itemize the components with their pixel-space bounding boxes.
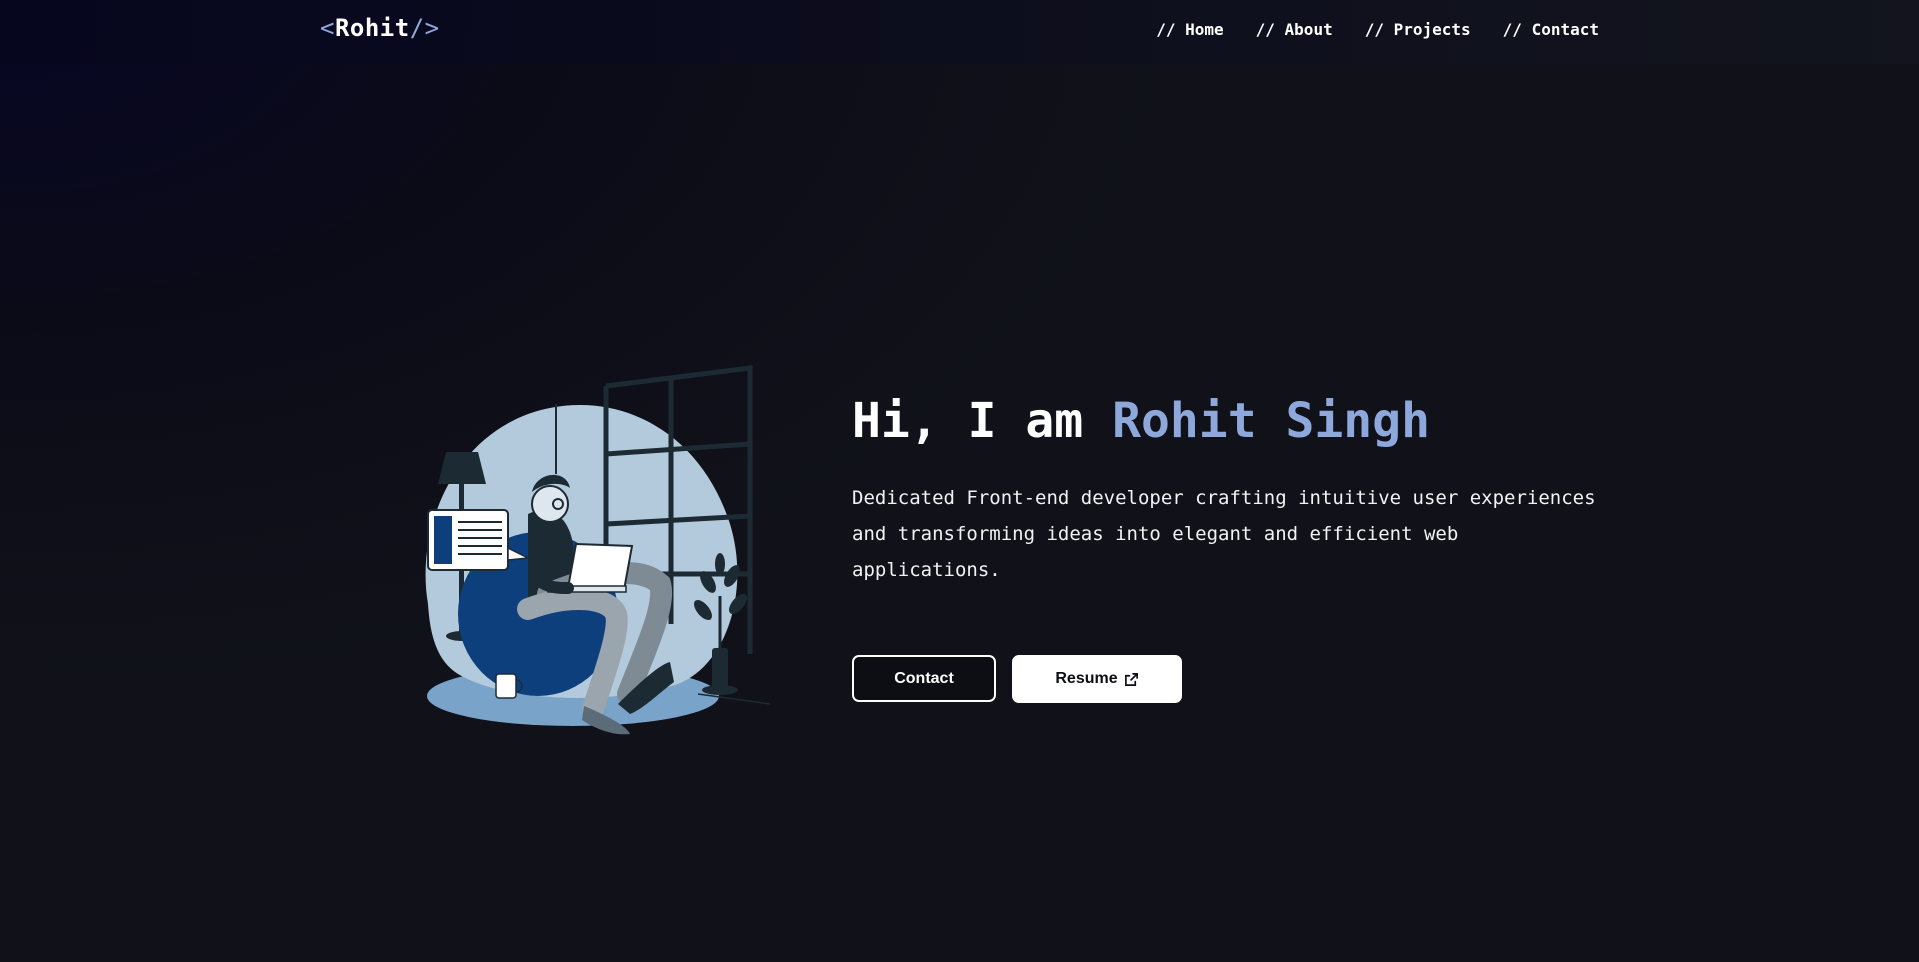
external-link-icon <box>1124 672 1138 686</box>
nav-link-contact[interactable]: // Contact <box>1503 20 1599 39</box>
nav-link-home[interactable]: // Home <box>1156 20 1223 39</box>
logo-open-bracket: < <box>320 14 335 42</box>
contact-button[interactable]: Contact <box>852 655 996 702</box>
nav-link-about[interactable]: // About <box>1256 20 1333 39</box>
resume-button-label: Resume <box>1055 670 1118 687</box>
nav-links: // Home // About // Projects // Contact <box>1156 20 1599 39</box>
hero-headline: Hi, I am Rohit Singh <box>852 392 1612 450</box>
nav-link-projects[interactable]: // Projects <box>1365 20 1471 39</box>
navbar: < Rohit /> // Home // About // Projects … <box>0 0 1919 64</box>
logo-close-bracket: /> <box>409 14 440 42</box>
hero-description: Dedicated Front-end developer crafting i… <box>852 487 1596 581</box>
resume-button[interactable]: Resume <box>1012 655 1182 703</box>
developer-illustration <box>425 365 771 735</box>
hero-text: Hi, I am Rohit Singh Dedicated Front-end… <box>852 392 1612 588</box>
hero-name: Rohit Singh <box>1112 393 1430 449</box>
hero-buttons: Contact Resume <box>852 655 1182 703</box>
logo-name: Rohit <box>334 14 410 42</box>
hero-illustration <box>398 364 771 740</box>
logo[interactable]: < Rohit /> <box>320 14 440 42</box>
hero-greeting: Hi, I am <box>852 393 1084 449</box>
contact-button-label: Contact <box>894 669 954 687</box>
